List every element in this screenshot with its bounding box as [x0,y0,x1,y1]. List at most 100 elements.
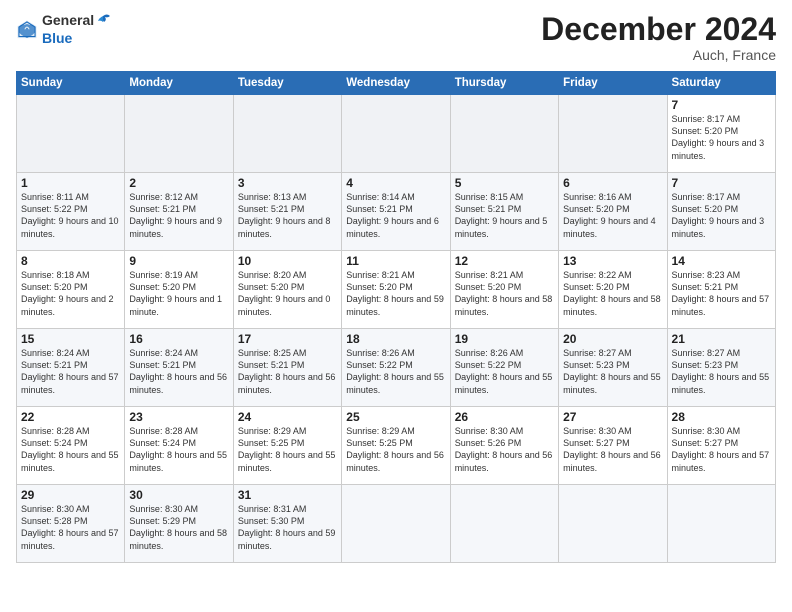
calendar-week-0: 7Sunrise: 8:17 AM Sunset: 5:20 PM Daylig… [17,95,776,173]
cell-info: Sunrise: 8:31 AM Sunset: 5:30 PM Dayligh… [238,503,337,552]
calendar-cell: 30Sunrise: 8:30 AM Sunset: 5:29 PM Dayli… [125,485,233,563]
day-number: 25 [346,410,445,424]
calendar-cell: 26Sunrise: 8:30 AM Sunset: 5:26 PM Dayli… [450,407,558,485]
logo-icon [16,19,38,41]
day-number: 24 [238,410,337,424]
calendar-cell: 10Sunrise: 8:20 AM Sunset: 5:20 PM Dayli… [233,251,341,329]
calendar-cell [667,485,775,563]
cell-info: Sunrise: 8:13 AM Sunset: 5:21 PM Dayligh… [238,191,337,240]
cell-info: Sunrise: 8:27 AM Sunset: 5:23 PM Dayligh… [672,347,771,396]
calendar-week-2: 8Sunrise: 8:18 AM Sunset: 5:20 PM Daylig… [17,251,776,329]
day-number: 21 [672,332,771,346]
day-number: 19 [455,332,554,346]
header-day-wednesday: Wednesday [342,72,450,95]
cell-info: Sunrise: 8:18 AM Sunset: 5:20 PM Dayligh… [21,269,120,318]
calendar-cell: 19Sunrise: 8:26 AM Sunset: 5:22 PM Dayli… [450,329,558,407]
logo: General Blue [16,12,112,48]
calendar-week-1: 1Sunrise: 8:11 AM Sunset: 5:22 PM Daylig… [17,173,776,251]
cell-info: Sunrise: 8:25 AM Sunset: 5:21 PM Dayligh… [238,347,337,396]
page-header: General Blue December 2024 Auch, France [16,12,776,63]
cell-info: Sunrise: 8:30 AM Sunset: 5:26 PM Dayligh… [455,425,554,474]
day-number: 16 [129,332,228,346]
day-number: 29 [21,488,120,502]
header-day-thursday: Thursday [450,72,558,95]
calendar-cell: 3Sunrise: 8:13 AM Sunset: 5:21 PM Daylig… [233,173,341,251]
calendar-header: SundayMondayTuesdayWednesdayThursdayFrid… [17,72,776,95]
calendar-week-3: 15Sunrise: 8:24 AM Sunset: 5:21 PM Dayli… [17,329,776,407]
day-number: 28 [672,410,771,424]
day-number: 14 [672,254,771,268]
day-number: 7 [672,176,771,190]
cell-info: Sunrise: 8:27 AM Sunset: 5:23 PM Dayligh… [563,347,662,396]
calendar-cell: 7Sunrise: 8:17 AM Sunset: 5:20 PM Daylig… [667,173,775,251]
cell-info: Sunrise: 8:24 AM Sunset: 5:21 PM Dayligh… [129,347,228,396]
calendar-cell: 20Sunrise: 8:27 AM Sunset: 5:23 PM Dayli… [559,329,667,407]
cell-info: Sunrise: 8:19 AM Sunset: 5:20 PM Dayligh… [129,269,228,318]
cell-info: Sunrise: 8:30 AM Sunset: 5:28 PM Dayligh… [21,503,120,552]
calendar-cell [125,95,233,173]
cell-info: Sunrise: 8:21 AM Sunset: 5:20 PM Dayligh… [346,269,445,318]
day-number: 27 [563,410,662,424]
day-number: 23 [129,410,228,424]
day-number: 26 [455,410,554,424]
calendar-cell: 12Sunrise: 8:21 AM Sunset: 5:20 PM Dayli… [450,251,558,329]
cell-info: Sunrise: 8:22 AM Sunset: 5:20 PM Dayligh… [563,269,662,318]
day-number: 11 [346,254,445,268]
calendar-body: 7Sunrise: 8:17 AM Sunset: 5:20 PM Daylig… [17,95,776,563]
calendar-cell: 23Sunrise: 8:28 AM Sunset: 5:24 PM Dayli… [125,407,233,485]
cell-info: Sunrise: 8:12 AM Sunset: 5:21 PM Dayligh… [129,191,228,240]
calendar-cell: 17Sunrise: 8:25 AM Sunset: 5:21 PM Dayli… [233,329,341,407]
calendar-cell: 4Sunrise: 8:14 AM Sunset: 5:21 PM Daylig… [342,173,450,251]
day-number: 12 [455,254,554,268]
day-number: 1 [21,176,120,190]
day-number: 7 [672,98,771,112]
day-number: 31 [238,488,337,502]
calendar-cell: 6Sunrise: 8:16 AM Sunset: 5:20 PM Daylig… [559,173,667,251]
day-number: 10 [238,254,337,268]
calendar-cell: 27Sunrise: 8:30 AM Sunset: 5:27 PM Dayli… [559,407,667,485]
calendar-cell: 7Sunrise: 8:17 AM Sunset: 5:20 PM Daylig… [667,95,775,173]
cell-info: Sunrise: 8:30 AM Sunset: 5:27 PM Dayligh… [672,425,771,474]
calendar-cell: 31Sunrise: 8:31 AM Sunset: 5:30 PM Dayli… [233,485,341,563]
cell-info: Sunrise: 8:30 AM Sunset: 5:29 PM Dayligh… [129,503,228,552]
calendar-cell [342,95,450,173]
calendar-cell: 13Sunrise: 8:22 AM Sunset: 5:20 PM Dayli… [559,251,667,329]
calendar-cell: 25Sunrise: 8:29 AM Sunset: 5:25 PM Dayli… [342,407,450,485]
header-day-sunday: Sunday [17,72,125,95]
calendar-cell [233,95,341,173]
cell-info: Sunrise: 8:29 AM Sunset: 5:25 PM Dayligh… [238,425,337,474]
day-number: 20 [563,332,662,346]
cell-info: Sunrise: 8:21 AM Sunset: 5:20 PM Dayligh… [455,269,554,318]
calendar-cell: 29Sunrise: 8:30 AM Sunset: 5:28 PM Dayli… [17,485,125,563]
calendar-cell: 16Sunrise: 8:24 AM Sunset: 5:21 PM Dayli… [125,329,233,407]
calendar-cell: 2Sunrise: 8:12 AM Sunset: 5:21 PM Daylig… [125,173,233,251]
cell-info: Sunrise: 8:23 AM Sunset: 5:21 PM Dayligh… [672,269,771,318]
calendar-cell: 14Sunrise: 8:23 AM Sunset: 5:21 PM Dayli… [667,251,775,329]
cell-info: Sunrise: 8:15 AM Sunset: 5:21 PM Dayligh… [455,191,554,240]
calendar-cell: 21Sunrise: 8:27 AM Sunset: 5:23 PM Dayli… [667,329,775,407]
calendar-cell [450,485,558,563]
cell-info: Sunrise: 8:11 AM Sunset: 5:22 PM Dayligh… [21,191,120,240]
calendar-cell: 15Sunrise: 8:24 AM Sunset: 5:21 PM Dayli… [17,329,125,407]
calendar-cell: 11Sunrise: 8:21 AM Sunset: 5:20 PM Dayli… [342,251,450,329]
cell-info: Sunrise: 8:17 AM Sunset: 5:20 PM Dayligh… [672,191,771,240]
calendar-cell: 24Sunrise: 8:29 AM Sunset: 5:25 PM Dayli… [233,407,341,485]
calendar-week-4: 22Sunrise: 8:28 AM Sunset: 5:24 PM Dayli… [17,407,776,485]
cell-info: Sunrise: 8:24 AM Sunset: 5:21 PM Dayligh… [21,347,120,396]
logo-general: General [42,13,94,28]
calendar-cell: 1Sunrise: 8:11 AM Sunset: 5:22 PM Daylig… [17,173,125,251]
calendar-cell [342,485,450,563]
calendar-header-row: SundayMondayTuesdayWednesdayThursdayFrid… [17,72,776,95]
location: Auch, France [541,47,776,63]
calendar-week-5: 29Sunrise: 8:30 AM Sunset: 5:28 PM Dayli… [17,485,776,563]
calendar-cell [559,95,667,173]
calendar-cell: 5Sunrise: 8:15 AM Sunset: 5:21 PM Daylig… [450,173,558,251]
month-title: December 2024 [541,12,776,47]
calendar-cell [559,485,667,563]
cell-info: Sunrise: 8:14 AM Sunset: 5:21 PM Dayligh… [346,191,445,240]
calendar-cell [17,95,125,173]
cell-info: Sunrise: 8:30 AM Sunset: 5:27 PM Dayligh… [563,425,662,474]
day-number: 22 [21,410,120,424]
day-number: 4 [346,176,445,190]
cell-info: Sunrise: 8:26 AM Sunset: 5:22 PM Dayligh… [346,347,445,396]
